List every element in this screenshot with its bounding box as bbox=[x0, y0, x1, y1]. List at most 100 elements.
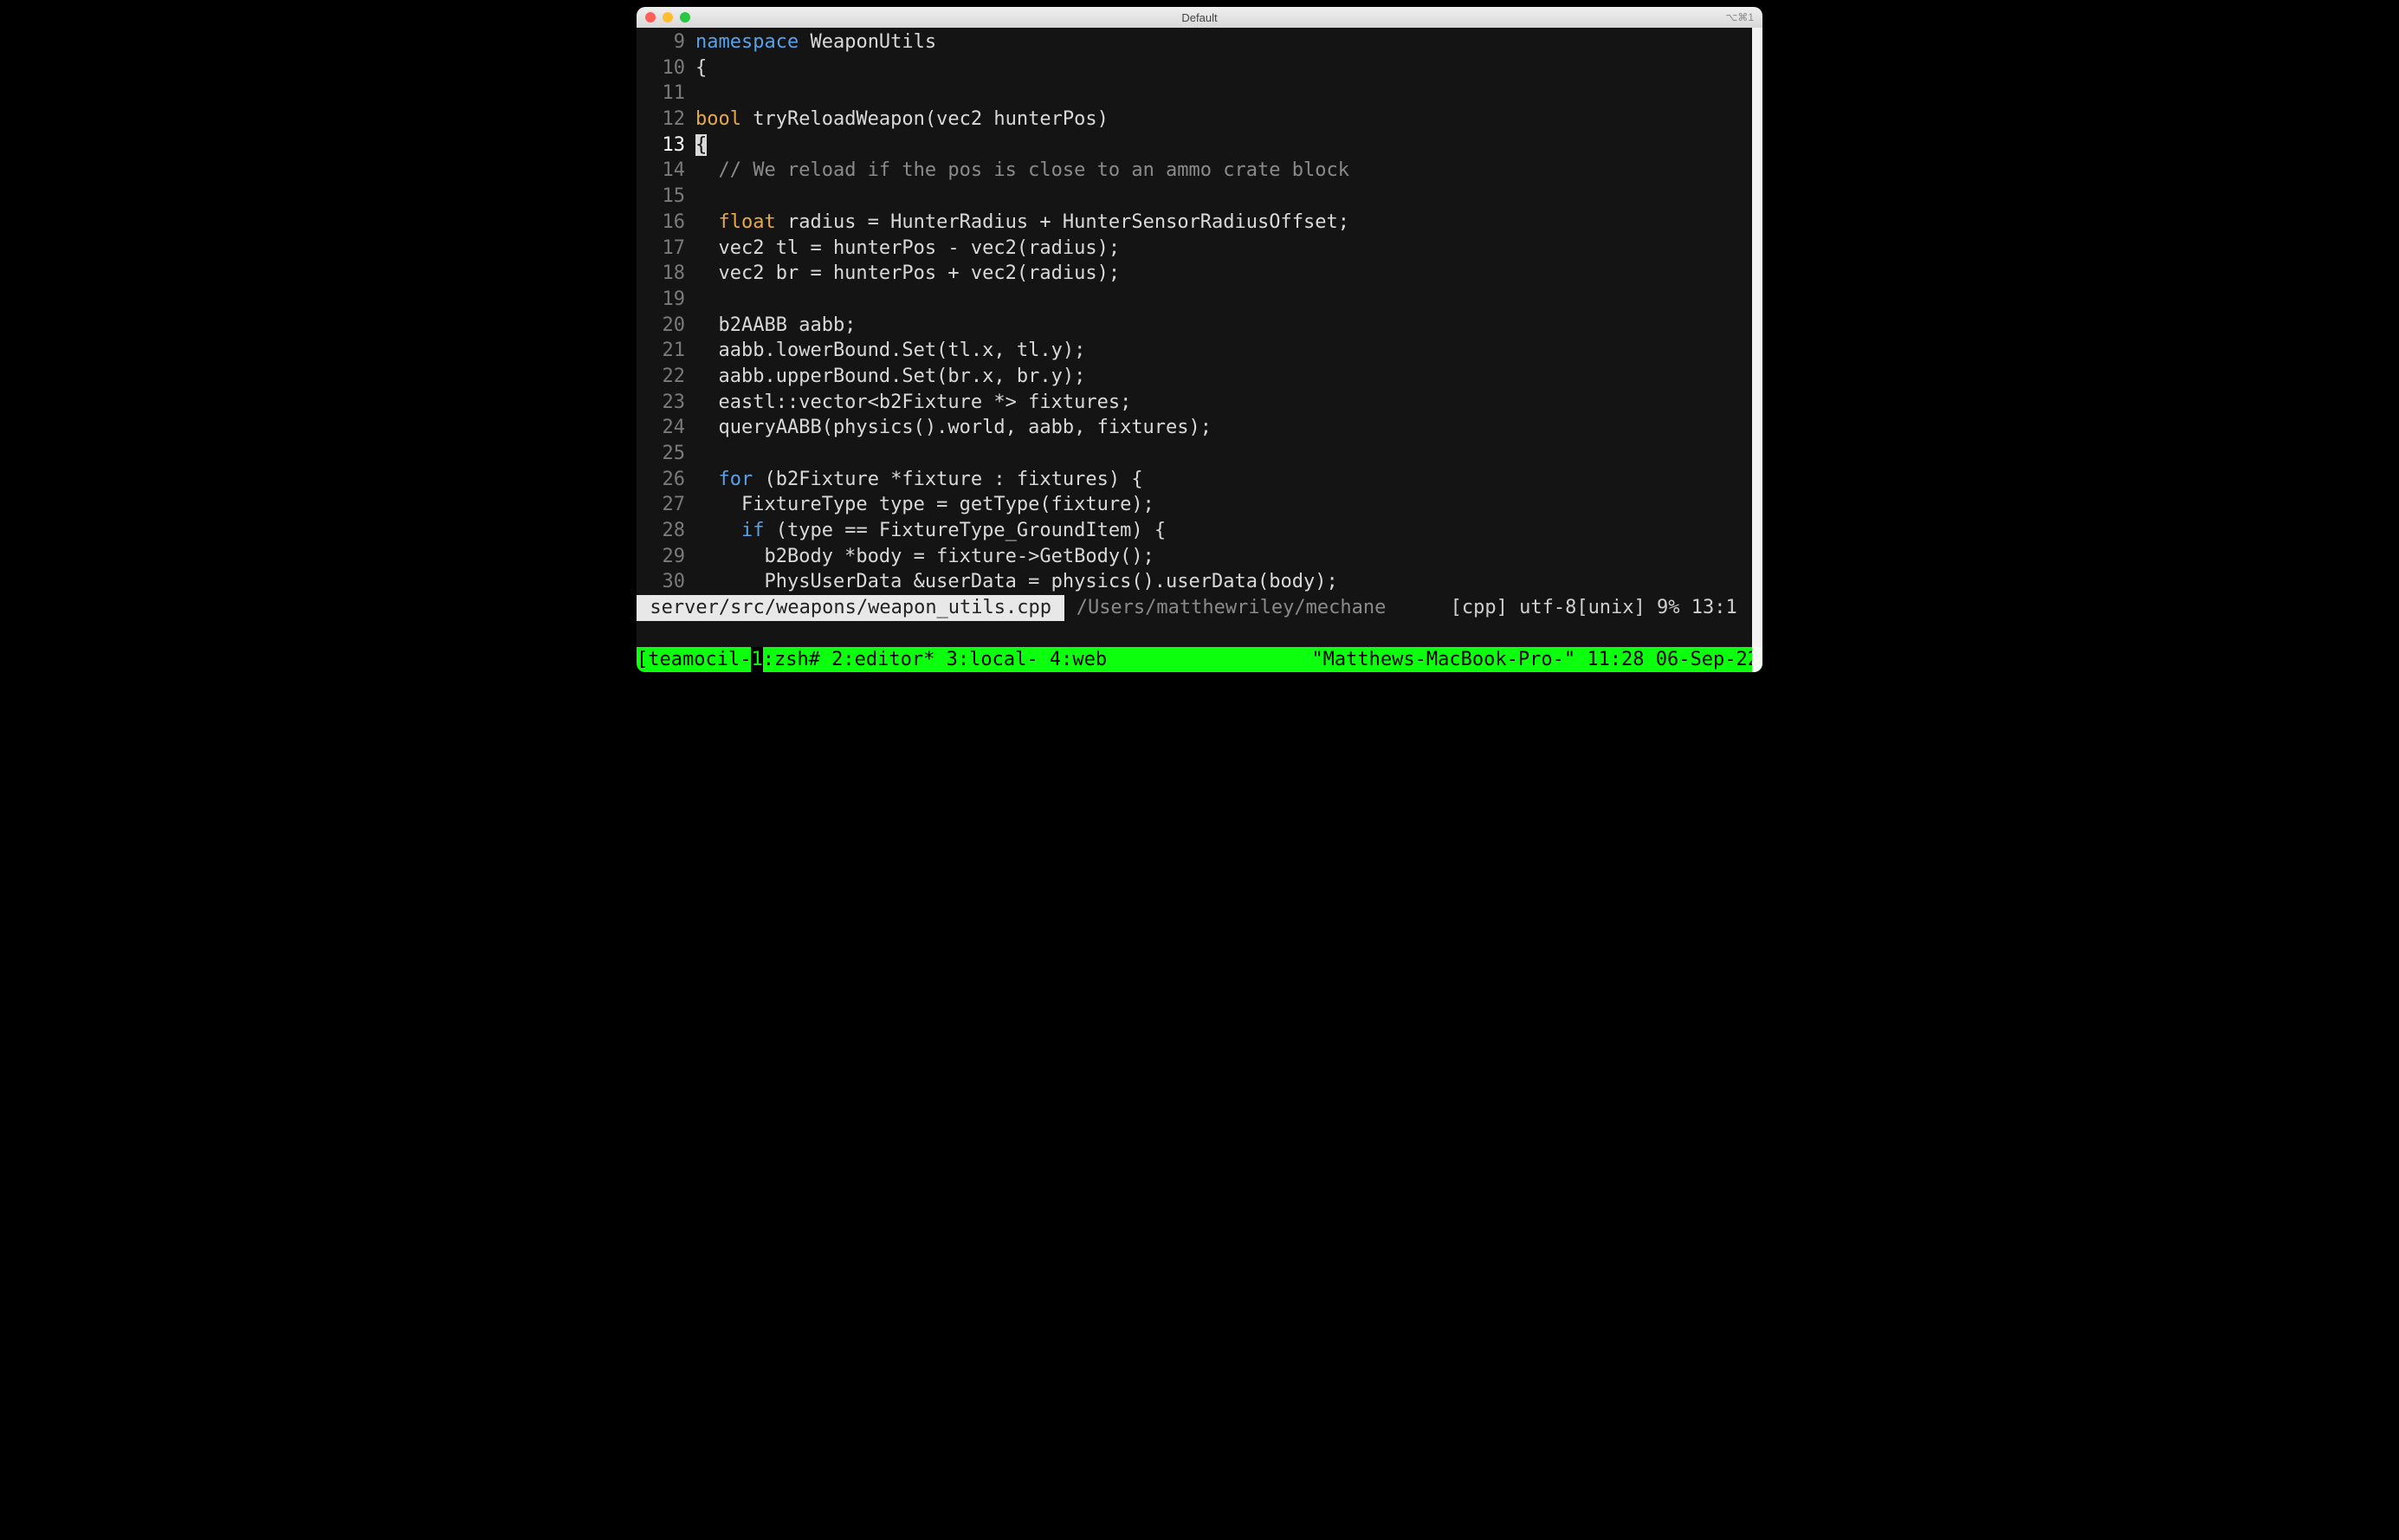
code-line[interactable]: 24 queryAABB(physics().world, aabb, fixt… bbox=[637, 415, 1762, 441]
code-content[interactable] bbox=[695, 81, 1762, 107]
token-ident: FixtureType type = getType(fixture); bbox=[695, 494, 1154, 515]
terminal-viewport[interactable]: 9namespace WeaponUtils10{1112bool tryRel… bbox=[637, 28, 1762, 672]
line-number: 14 bbox=[637, 158, 695, 184]
token-type: float bbox=[719, 211, 776, 233]
line-number: 13 bbox=[637, 133, 695, 159]
line-number: 30 bbox=[637, 569, 695, 595]
status-right: [cpp] utf-8[unix] 9% 13:1 bbox=[1451, 595, 1762, 621]
code-content[interactable]: FixtureType type = getType(fixture); bbox=[695, 492, 1762, 518]
line-number: 16 bbox=[637, 210, 695, 236]
code-content[interactable]: vec2 tl = hunterPos - vec2(radius); bbox=[695, 236, 1762, 262]
status-path: /Users/matthewriley/mechane bbox=[1064, 595, 1386, 621]
code-line[interactable]: 16 float radius = HunterRadius + HunterS… bbox=[637, 210, 1762, 236]
line-number: 11 bbox=[637, 81, 695, 107]
code-line[interactable]: 27 FixtureType type = getType(fixture); bbox=[637, 492, 1762, 518]
code-line[interactable]: 29 b2Body *body = fixture->GetBody(); bbox=[637, 544, 1762, 570]
code-content[interactable]: bool tryReloadWeapon(vec2 hunterPos) bbox=[695, 107, 1762, 133]
tmux-right: "Matthews-MacBook-Pro-" 11:28 06-Sep-22 bbox=[1311, 647, 1762, 673]
tmux-active-indicator: 1 bbox=[751, 647, 762, 673]
vim-statusline: server/src/weapons/weapon_utils.cpp /Use… bbox=[637, 595, 1762, 621]
code-line[interactable]: 30 PhysUserData &userData = physics().us… bbox=[637, 569, 1762, 595]
line-number: 22 bbox=[637, 364, 695, 390]
token-comment: // We reload if the pos is close to an a… bbox=[719, 159, 1349, 181]
tmux-session-name: [teamocil- bbox=[637, 647, 751, 673]
code-line[interactable]: 28 if (type == FixtureType_GroundItem) { bbox=[637, 518, 1762, 544]
code-content[interactable]: PhysUserData &userData = physics().userD… bbox=[695, 569, 1762, 595]
tmux-statusline: [teamocil-1:zsh# 2:editor* 3:local- 4:we… bbox=[637, 647, 1762, 673]
code-content[interactable]: b2Body *body = fixture->GetBody(); bbox=[695, 544, 1762, 570]
tmux-windows[interactable]: 2:editor* 3:local- 4:web bbox=[820, 647, 1107, 673]
code-content[interactable]: b2AABB aabb; bbox=[695, 313, 1762, 339]
code-content[interactable]: namespace WeaponUtils bbox=[695, 29, 1762, 55]
line-number: 17 bbox=[637, 236, 695, 262]
window-titlebar: Default ⌥⌘1 bbox=[637, 7, 1762, 28]
tmux-session-suffix: :zsh# bbox=[763, 647, 820, 673]
code-content[interactable]: { bbox=[695, 55, 1762, 81]
code-line[interactable]: 23 eastl::vector<b2Fixture *> fixtures; bbox=[637, 390, 1762, 416]
code-area[interactable]: 9namespace WeaponUtils10{1112bool tryRel… bbox=[637, 29, 1762, 595]
line-number: 29 bbox=[637, 544, 695, 570]
line-number: 23 bbox=[637, 390, 695, 416]
code-line[interactable]: 21 aabb.lowerBound.Set(tl.x, tl.y); bbox=[637, 338, 1762, 364]
code-content[interactable]: vec2 br = hunterPos + vec2(radius); bbox=[695, 261, 1762, 287]
code-content[interactable]: // We reload if the pos is close to an a… bbox=[695, 158, 1762, 184]
token-ident: eastl::vector<b2Fixture *> fixtures; bbox=[695, 391, 1131, 413]
zoom-icon[interactable] bbox=[680, 12, 690, 23]
code-line[interactable]: 14 // We reload if the pos is close to a… bbox=[637, 158, 1762, 184]
scrollbar[interactable] bbox=[1752, 28, 1762, 672]
token-ident: PhysUserData &userData = physics().userD… bbox=[695, 571, 1338, 592]
code-content[interactable]: aabb.lowerBound.Set(tl.x, tl.y); bbox=[695, 338, 1762, 364]
code-line[interactable]: 9namespace WeaponUtils bbox=[637, 29, 1762, 55]
token-ident: vec2 tl = hunterPos - vec2(radius); bbox=[695, 237, 1120, 259]
line-number: 9 bbox=[637, 29, 695, 55]
code-content[interactable]: { bbox=[695, 133, 1762, 159]
code-content[interactable] bbox=[695, 287, 1762, 313]
code-line[interactable]: 26 for (b2Fixture *fixture : fixtures) { bbox=[637, 467, 1762, 493]
minimize-icon[interactable] bbox=[663, 12, 673, 23]
line-number: 25 bbox=[637, 441, 695, 467]
code-line[interactable]: 11 bbox=[637, 81, 1762, 107]
token-ident bbox=[695, 211, 719, 233]
code-content[interactable]: float radius = HunterRadius + HunterSens… bbox=[695, 210, 1762, 236]
window-title: Default bbox=[637, 11, 1762, 24]
token-ident: (type == FixtureType_GroundItem) { bbox=[764, 520, 1166, 541]
line-number: 21 bbox=[637, 338, 695, 364]
code-content[interactable]: queryAABB(physics().world, aabb, fixture… bbox=[695, 415, 1762, 441]
line-number: 18 bbox=[637, 261, 695, 287]
code-line[interactable]: 15 bbox=[637, 184, 1762, 210]
code-content[interactable]: for (b2Fixture *fixture : fixtures) { bbox=[695, 467, 1762, 493]
code-line[interactable]: 12bool tryReloadWeapon(vec2 hunterPos) bbox=[637, 107, 1762, 133]
token-ident: tryReloadWeapon(vec2 hunterPos) bbox=[741, 108, 1109, 130]
close-icon[interactable] bbox=[645, 12, 656, 23]
code-content[interactable] bbox=[695, 184, 1762, 210]
code-line[interactable]: 10{ bbox=[637, 55, 1762, 81]
code-line[interactable]: 22 aabb.upperBound.Set(br.x, br.y); bbox=[637, 364, 1762, 390]
line-number: 15 bbox=[637, 184, 695, 210]
terminal-window: Default ⌥⌘1 9namespace WeaponUtils10{111… bbox=[637, 7, 1762, 672]
code-line[interactable]: 18 vec2 br = hunterPos + vec2(radius); bbox=[637, 261, 1762, 287]
token-ident bbox=[695, 469, 719, 490]
line-number: 24 bbox=[637, 415, 695, 441]
line-number: 26 bbox=[637, 467, 695, 493]
blank-line bbox=[637, 621, 1762, 647]
token-ident: b2Body *body = fixture->GetBody(); bbox=[695, 546, 1154, 567]
code-line[interactable]: 19 bbox=[637, 287, 1762, 313]
token-ident: queryAABB(physics().world, aabb, fixture… bbox=[695, 417, 1212, 438]
token-ident: aabb.upperBound.Set(br.x, br.y); bbox=[695, 366, 1085, 387]
code-content[interactable]: eastl::vector<b2Fixture *> fixtures; bbox=[695, 390, 1762, 416]
code-line[interactable]: 17 vec2 tl = hunterPos - vec2(radius); bbox=[637, 236, 1762, 262]
code-line[interactable]: 20 b2AABB aabb; bbox=[637, 313, 1762, 339]
code-line[interactable]: 25 bbox=[637, 441, 1762, 467]
line-number: 20 bbox=[637, 313, 695, 339]
line-number: 10 bbox=[637, 55, 695, 81]
code-line[interactable]: 13{ bbox=[637, 133, 1762, 159]
token-keyword: for bbox=[719, 469, 753, 490]
window-shortcut-hint: ⌥⌘1 bbox=[1725, 11, 1754, 23]
code-content[interactable]: if (type == FixtureType_GroundItem) { bbox=[695, 518, 1762, 544]
token-type: bool bbox=[695, 108, 741, 130]
token-keyword: if bbox=[741, 520, 765, 541]
token-cursor: { bbox=[695, 134, 707, 156]
line-number: 27 bbox=[637, 492, 695, 518]
code-content[interactable] bbox=[695, 441, 1762, 467]
code-content[interactable]: aabb.upperBound.Set(br.x, br.y); bbox=[695, 364, 1762, 390]
